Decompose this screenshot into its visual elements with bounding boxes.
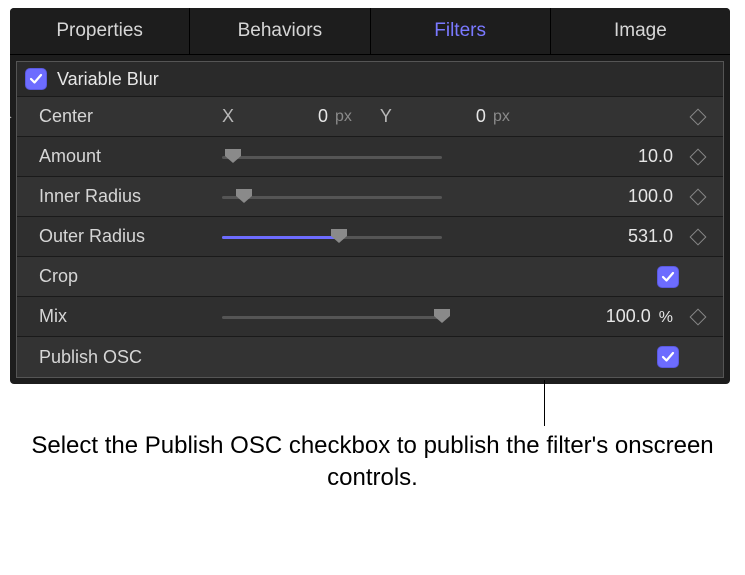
keyframe-diamond-icon[interactable]: [690, 108, 707, 125]
param-row-outer-radius: Outer Radius 531.0: [17, 217, 723, 257]
param-label-center: Center: [39, 106, 93, 127]
mix-unit: %: [659, 309, 673, 326]
filter-title: Variable Blur: [57, 69, 159, 90]
outer-radius-value[interactable]: 531.0: [533, 226, 683, 247]
keyframe-diamond-icon[interactable]: [690, 308, 707, 325]
center-x-label: X: [222, 106, 234, 127]
caption-text: Select the Publish OSC checkbox to publi…: [0, 430, 745, 495]
param-label-amount: Amount: [39, 146, 101, 167]
tab-properties[interactable]: Properties: [10, 8, 189, 54]
inner-radius-value[interactable]: 100.0: [533, 186, 683, 207]
param-row-center: ▶ Center X 0 px Y 0 px: [17, 97, 723, 137]
param-row-mix: Mix 100.0 %: [17, 297, 723, 337]
mix-value[interactable]: 100.0: [606, 306, 651, 326]
center-y-label: Y: [380, 106, 392, 127]
filter-header: Variable Blur: [17, 62, 723, 97]
keyframe-diamond-icon[interactable]: [690, 148, 707, 165]
filter-enable-checkbox[interactable]: [25, 68, 47, 90]
center-y-unit: px: [493, 108, 510, 126]
inner-radius-slider[interactable]: [222, 187, 442, 207]
param-label-mix: Mix: [39, 306, 67, 327]
tab-image[interactable]: Image: [550, 8, 730, 54]
amount-value[interactable]: 10.0: [533, 146, 683, 167]
inspector-tabs: Properties Behaviors Filters Image: [10, 8, 730, 55]
keyframe-diamond-icon[interactable]: [690, 228, 707, 245]
param-row-inner-radius: Inner Radius 100.0: [17, 177, 723, 217]
tab-filters[interactable]: Filters: [370, 8, 550, 54]
param-row-crop: Crop: [17, 257, 723, 297]
center-x-value[interactable]: 0: [238, 106, 328, 127]
mix-slider[interactable]: [222, 307, 442, 327]
center-y-value[interactable]: 0: [396, 106, 486, 127]
param-label-crop: Crop: [39, 266, 78, 287]
callout-line: [544, 380, 545, 426]
center-x-unit: px: [335, 108, 352, 126]
filter-body: Variable Blur ▶ Center X 0 px Y 0 px: [16, 61, 724, 378]
crop-checkbox[interactable]: [657, 266, 679, 288]
param-label-inner-radius: Inner Radius: [39, 186, 141, 207]
keyframe-diamond-icon[interactable]: [690, 188, 707, 205]
param-row-publish-osc: Publish OSC: [17, 337, 723, 377]
tab-behaviors[interactable]: Behaviors: [189, 8, 369, 54]
param-row-amount: Amount 10.0: [17, 137, 723, 177]
publish-osc-checkbox[interactable]: [657, 346, 679, 368]
inspector-panel: Properties Behaviors Filters Image Varia…: [10, 8, 730, 384]
disclosure-triangle-icon[interactable]: ▶: [10, 108, 12, 125]
param-label-publish-osc: Publish OSC: [39, 347, 142, 368]
param-label-outer-radius: Outer Radius: [39, 226, 145, 247]
amount-slider[interactable]: [222, 147, 442, 167]
center-xy-controls: X 0 px Y 0 px: [222, 106, 683, 127]
outer-radius-slider[interactable]: [222, 227, 442, 247]
